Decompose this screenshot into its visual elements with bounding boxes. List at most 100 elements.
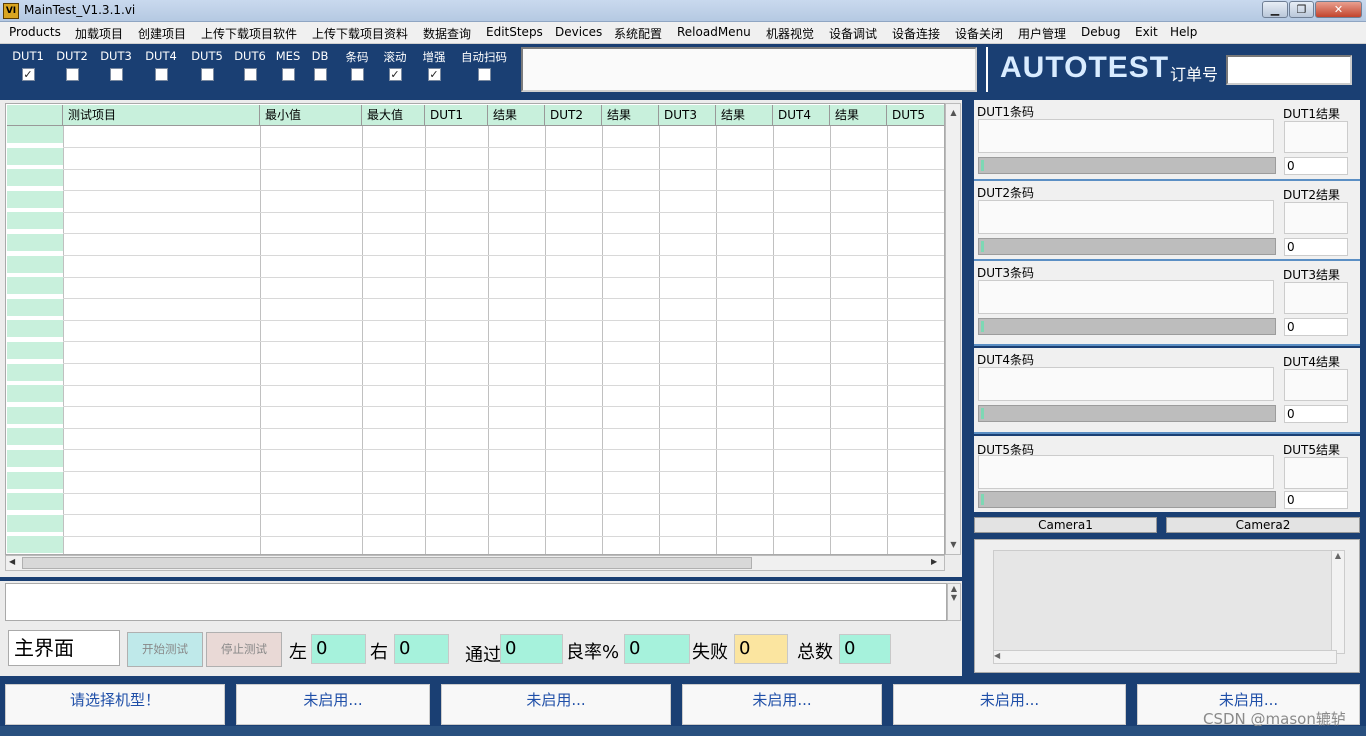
table-row[interactable] [63, 276, 944, 278]
toggle-auto-scan[interactable]: 自动扫码 [456, 49, 512, 81]
menu-system-config[interactable]: 系统配置 [614, 25, 662, 42]
checkbox[interactable]: ✓ [388, 68, 402, 81]
table-row[interactable] [63, 341, 944, 343]
log-scrollbar[interactable]: ▲ ▼ [947, 583, 961, 621]
table-row-header[interactable] [7, 190, 63, 210]
dut1-barcode-field[interactable] [978, 119, 1274, 153]
table-row-header[interactable] [7, 428, 63, 448]
test-table[interactable]: 测试项目 最小值 最大值 DUT1 结果 DUT2 结果 DUT3 结果 DUT… [5, 103, 945, 555]
checkbox[interactable]: ✓ [427, 68, 441, 81]
table-row[interactable] [63, 427, 944, 429]
log-output[interactable] [5, 583, 947, 621]
restore-button[interactable]: ❐ [1289, 1, 1314, 18]
scroll-thumb[interactable] [22, 557, 752, 569]
menu-user-mgmt[interactable]: 用户管理 [1018, 25, 1066, 42]
table-row[interactable] [63, 319, 944, 321]
table-header-result1[interactable]: 结果 [488, 105, 545, 126]
table-row[interactable] [63, 449, 944, 451]
menu-help[interactable]: Help [1170, 25, 1197, 39]
checkbox[interactable] [154, 68, 168, 81]
toggle-dut4[interactable]: DUT4 [139, 49, 183, 81]
checkbox[interactable] [65, 68, 79, 81]
menu-exit[interactable]: Exit [1135, 25, 1158, 39]
toggle-dut2[interactable]: DUT2 [50, 49, 94, 81]
table-row[interactable] [63, 255, 944, 256]
table-header-dut4[interactable]: DUT4 [773, 105, 830, 126]
checkbox[interactable] [350, 68, 364, 81]
table-row-header[interactable] [7, 471, 63, 491]
checkbox[interactable]: ✓ [21, 68, 35, 81]
scroll-down-icon[interactable]: ▼ [951, 593, 957, 602]
checkbox[interactable] [243, 68, 257, 81]
table-row-header[interactable] [7, 342, 63, 361]
menu-device-close[interactable]: 设备关闭 [955, 25, 1003, 42]
toggle-dut1[interactable]: DUT1 ✓ [6, 49, 50, 81]
scroll-down-icon[interactable]: ▼ [947, 538, 960, 552]
camera-image-display[interactable] [993, 550, 1337, 654]
scroll-up-icon[interactable]: ▲ [947, 106, 960, 120]
table-row-header[interactable] [7, 536, 63, 554]
table-row[interactable] [63, 514, 944, 516]
table-header-max[interactable]: 最大值 [362, 105, 425, 126]
start-test-button[interactable]: 开始测试 [127, 632, 203, 667]
dut5-barcode-field[interactable] [978, 455, 1274, 489]
menu-device-connect[interactable]: 设备连接 [892, 25, 940, 42]
camera-horizontal-scrollbar[interactable]: ◀ [993, 650, 1337, 664]
table-row[interactable] [63, 298, 944, 300]
toggle-scroll[interactable]: 滚动 ✓ [373, 49, 417, 81]
table-row[interactable] [63, 168, 944, 170]
table-horizontal-scrollbar[interactable]: ◀ ▶ [5, 555, 945, 571]
table-row[interactable] [63, 471, 944, 472]
table-row-header[interactable] [7, 493, 63, 513]
toggle-dut5[interactable]: DUT5 [185, 49, 229, 81]
table-row[interactable] [63, 363, 944, 364]
table-row[interactable] [63, 384, 944, 386]
table-row-header[interactable] [7, 212, 63, 232]
table-vertical-scrollbar[interactable]: ▲ ▼ [945, 103, 961, 555]
table-header-result4[interactable]: 结果 [830, 105, 887, 126]
table-header-dut3[interactable]: DUT3 [659, 105, 716, 126]
checkbox[interactable] [281, 68, 295, 81]
stop-test-button[interactable]: 停止测试 [206, 632, 282, 667]
table-row-header[interactable] [7, 234, 63, 253]
table-row-header[interactable] [7, 320, 63, 340]
table-header-result3[interactable]: 结果 [716, 105, 773, 126]
menu-machine-vision[interactable]: 机器视觉 [766, 25, 814, 42]
camera2-tab[interactable]: Camera2 [1166, 517, 1360, 533]
toggle-dut3[interactable]: DUT3 [94, 49, 138, 81]
table-header-item[interactable]: 测试项目 [63, 105, 260, 126]
table-row-header[interactable] [7, 514, 63, 534]
close-button[interactable]: ✕ [1315, 1, 1362, 18]
menu-create-project[interactable]: 创建项目 [138, 25, 186, 42]
table-row[interactable] [63, 492, 944, 494]
minimize-button[interactable]: ▁ [1262, 1, 1288, 18]
checkbox[interactable] [200, 68, 214, 81]
scroll-up-icon[interactable]: ▲ [951, 584, 957, 593]
table-header-min[interactable]: 最小值 [260, 105, 362, 126]
menu-devices[interactable]: Devices [555, 25, 602, 39]
camera1-tab[interactable]: Camera1 [974, 517, 1157, 533]
table-row-header[interactable] [7, 126, 63, 145]
table-row-header[interactable] [7, 450, 63, 469]
menu-products[interactable]: Products [9, 25, 61, 39]
table-header-result2[interactable]: 结果 [602, 105, 659, 126]
table-header-dut1[interactable]: DUT1 [425, 105, 488, 126]
table-header-dut2[interactable]: DUT2 [545, 105, 602, 126]
menu-reloadmenu[interactable]: ReloadMenu [677, 25, 751, 39]
table-row-header[interactable] [7, 363, 63, 383]
menu-editsteps[interactable]: EditSteps [486, 25, 543, 39]
table-row-header[interactable] [7, 385, 63, 405]
menu-device-debug[interactable]: 设备调试 [829, 25, 877, 42]
table-row[interactable] [63, 190, 944, 192]
table-row[interactable] [63, 406, 944, 408]
table-row-header[interactable] [7, 147, 63, 167]
table-row-header[interactable] [7, 169, 63, 189]
menu-data-query[interactable]: 数据查询 [423, 25, 471, 42]
table-row-header[interactable] [7, 406, 63, 426]
menu-upload-data[interactable]: 上传下载项目资料 [312, 25, 408, 42]
menu-upload-software[interactable]: 上传下载项目软件 [201, 25, 297, 42]
dut3-barcode-field[interactable] [978, 280, 1274, 314]
table-row-header[interactable] [7, 277, 63, 297]
dut4-barcode-field[interactable] [978, 367, 1274, 401]
table-row-header[interactable] [7, 255, 63, 275]
